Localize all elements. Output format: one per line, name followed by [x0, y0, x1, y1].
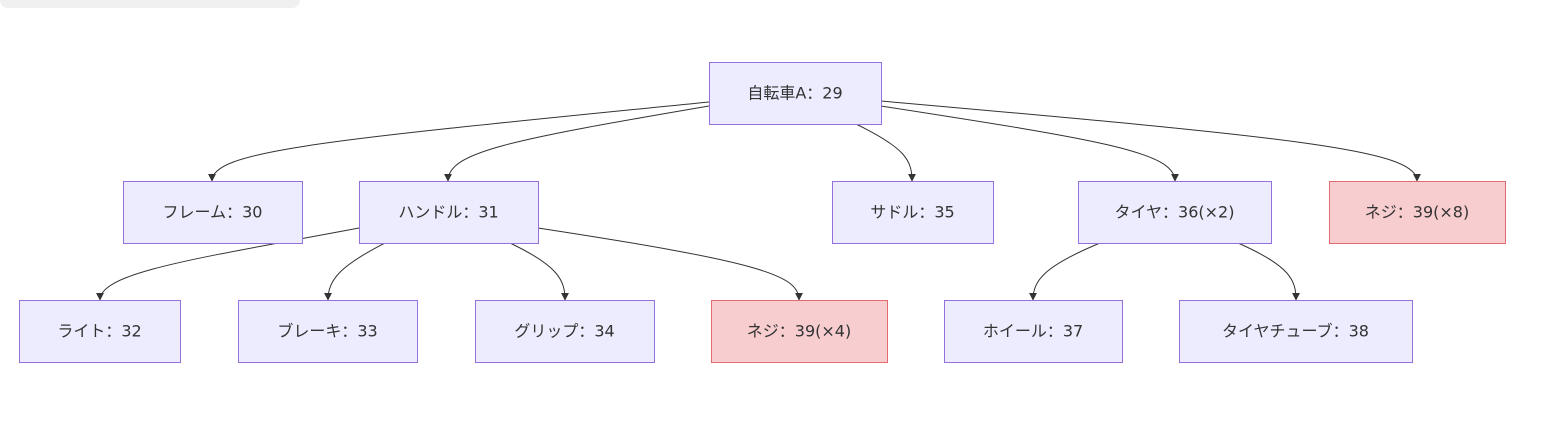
parts-tree-diagram: 自転車A：29 フレーム：30 ハンドル：31 サドル：35 タイヤ：36(×2) ネジ：…	[19, 62, 1506, 363]
node-label-saddle: サドル：35	[870, 203, 954, 222]
node-brake: ブレーキ：33	[238, 300, 418, 363]
edge-handle-to-brake	[324, 242, 386, 301]
node-root: 自転車A：29	[709, 62, 882, 125]
node-tire: タイヤ：36(×2)	[1078, 181, 1272, 244]
nodes-layer: 自転車A：29 フレーム：30 ハンドル：31 サドル：35 タイヤ：36(×2) ネジ：…	[19, 62, 1506, 363]
node-label-screw8: ネジ：39(×8)	[1365, 203, 1469, 222]
node-label-tire: タイヤ：36(×2)	[1115, 203, 1235, 222]
node-screw4: ネジ：39(×4)	[711, 300, 888, 363]
node-screw8: ネジ：39(×8)	[1329, 181, 1506, 244]
node-label-screw4: ネジ：39(×4)	[747, 322, 851, 341]
node-saddle: サドル：35	[832, 181, 994, 244]
node-label-handle: ハンドル：31	[398, 203, 498, 222]
node-light: ライト：32	[19, 300, 181, 363]
edge-tire-to-tube	[1237, 242, 1300, 301]
node-wheel: ホイール：37	[944, 300, 1123, 363]
edge-handle-to-screw4	[537, 227, 803, 301]
node-label-tube: タイヤチューブ：38	[1222, 322, 1369, 341]
edge-root-to-tire	[880, 105, 1179, 182]
node-label-grip: グリップ：34	[514, 322, 614, 341]
node-label-brake: ブレーキ：33	[277, 322, 377, 341]
node-label-light: ライト：32	[57, 322, 141, 341]
edge-root-to-saddle	[855, 123, 916, 182]
node-label-root: 自転車A：29	[747, 84, 842, 103]
node-label-wheel: ホイール：37	[983, 322, 1083, 341]
node-tube: タイヤチューブ：38	[1179, 300, 1413, 363]
node-label-frame: フレーム：30	[163, 203, 263, 222]
edge-root-to-handle	[444, 105, 710, 182]
node-grip: グリップ：34	[475, 300, 655, 363]
edge-handle-to-grip	[509, 242, 569, 301]
edge-root-to-screw8	[880, 100, 1421, 182]
edge-root-to-frame	[208, 101, 710, 182]
node-handle: ハンドル：31	[359, 181, 539, 244]
node-frame: フレーム：30	[123, 181, 303, 244]
edge-tire-to-wheel	[1029, 242, 1101, 301]
